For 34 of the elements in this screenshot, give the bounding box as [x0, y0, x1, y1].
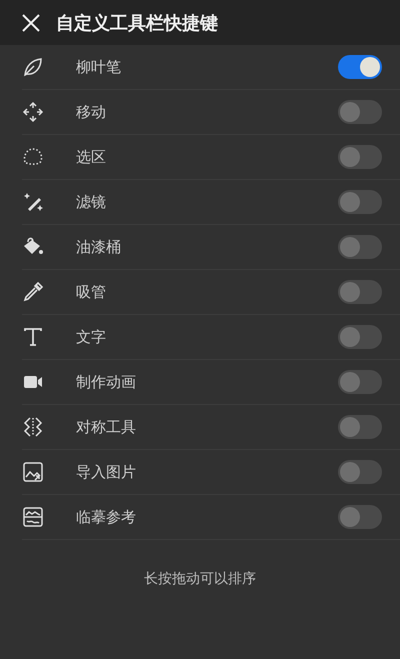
reference-image-icon: [22, 506, 44, 528]
toggle-switch[interactable]: [338, 370, 382, 394]
eyedropper-icon: [22, 281, 44, 303]
toggle-switch[interactable]: [338, 325, 382, 349]
window-title: 自定义工具栏快捷键: [56, 12, 218, 34]
tool-label: 油漆桶: [76, 238, 122, 256]
toggle-switch[interactable]: [338, 460, 382, 484]
toggle-switch[interactable]: [338, 145, 382, 169]
toggle-switch[interactable]: [338, 100, 382, 124]
close-icon[interactable]: [22, 14, 40, 32]
symmetry-icon: [22, 416, 44, 438]
tool-label: 临摹参考: [76, 508, 137, 526]
tool-label: 移动: [76, 102, 107, 122]
toggle-switch[interactable]: [338, 280, 382, 304]
tool-label: 柳叶笔: [76, 58, 122, 76]
tool-label: 文字: [76, 328, 107, 346]
toggle-switch[interactable]: [338, 505, 382, 529]
tool-label: 对称工具: [76, 418, 137, 436]
toggle-switch[interactable]: [338, 235, 382, 259]
magic-wand-icon: [22, 191, 44, 213]
tool-label: 导入图片: [76, 462, 137, 482]
text-icon: [22, 326, 44, 348]
toggle-switch[interactable]: [338, 190, 382, 214]
image-import-icon: [22, 461, 44, 483]
tool-label: 制作动画: [76, 372, 137, 392]
tool-label: 吸管: [76, 282, 107, 302]
move-icon: [22, 101, 44, 123]
tool-label: 选区: [76, 148, 107, 166]
tool-label: 滤镜: [76, 192, 107, 212]
lasso-icon: [22, 146, 44, 168]
toggle-switch[interactable]: [338, 55, 382, 79]
toggle-switch[interactable]: [338, 415, 382, 439]
leaf-icon: [22, 56, 44, 78]
hint-text: 长按拖动可以排序: [144, 570, 256, 588]
